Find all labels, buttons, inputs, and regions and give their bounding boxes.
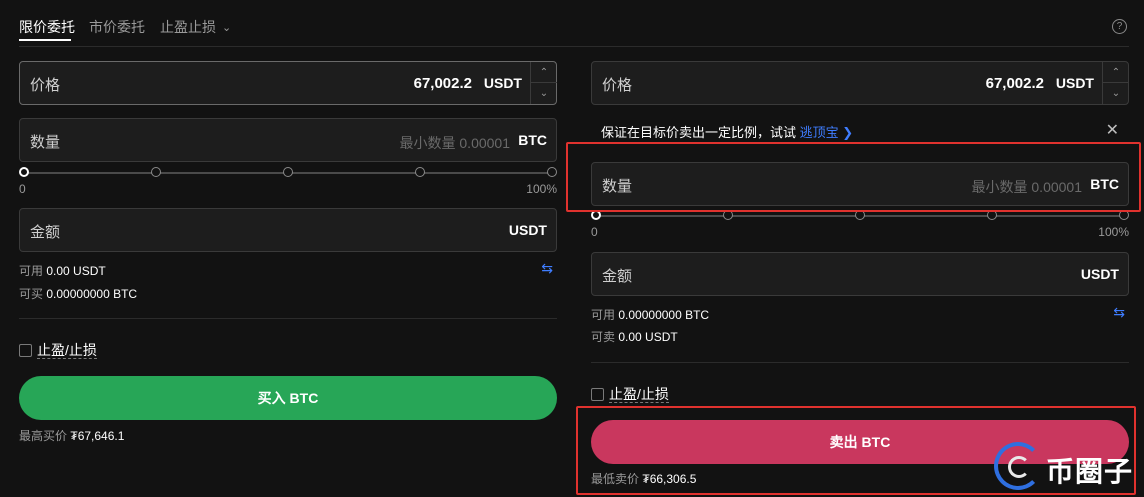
buy-can-buy-label: 可买 <box>19 287 44 301</box>
buy-quantity-field[interactable]: 数量 最小数量 0.00001 BTC <box>19 118 557 162</box>
tab-tpsl-label: 止盈止损 <box>160 19 216 35</box>
buy-available-line: 可用 0.00 USDT <box>19 262 106 279</box>
trade-form-page: 限价委托 市价委托 止盈止损 ⌄ ? 价格 67,002.2 USDT ⌃ ⌄ 数… <box>0 0 1144 497</box>
tab-tpsl-order[interactable]: 止盈止损 ⌄ <box>160 17 231 37</box>
chevron-down-icon: ⌄ <box>222 22 232 34</box>
buy-can-buy-value: 0.00000000 BTC <box>46 287 138 301</box>
sell-amount-unit: USDT <box>1080 266 1119 282</box>
help-icon[interactable]: ? <box>1112 19 1127 34</box>
buy-tpsl-label: 止盈/止损 <box>37 342 97 359</box>
sell-price-label: 价格 <box>602 77 633 94</box>
tpsl-checkbox[interactable] <box>19 344 32 357</box>
sell-price-stepper: ⌃ ⌄ <box>1102 62 1129 104</box>
sell-available-value: 0.00000000 BTC <box>618 308 710 322</box>
slider-max-label: 100% <box>1098 225 1129 239</box>
buy-quantity-unit: BTC <box>518 132 547 148</box>
chevron-up-icon[interactable]: ⌃ <box>1103 62 1129 83</box>
buy-price-label: 价格 <box>30 77 61 94</box>
buy-best-label: 最高买价 <box>19 429 68 443</box>
chevron-down-icon[interactable]: ⌄ <box>531 83 557 104</box>
watermark-ring-inner <box>1008 456 1030 478</box>
sell-available-line: 可用 0.00000000 BTC <box>591 306 709 323</box>
buy-price-stepper: ⌃ ⌄ <box>530 62 557 104</box>
watermark-logo: 币圈子 <box>988 440 1144 497</box>
tpsl-checkbox[interactable] <box>591 388 604 401</box>
slider-max-label: 100% <box>526 182 557 196</box>
slider-step-75[interactable] <box>415 167 425 177</box>
sell-can-sell-value: 0.00 USDT <box>618 330 678 344</box>
buy-price-field[interactable]: 价格 67,002.2 USDT ⌃ ⌄ <box>19 61 557 105</box>
sell-available-label: 可用 <box>591 308 616 322</box>
buy-quantity-slider[interactable]: 0 100% <box>19 167 557 197</box>
slider-step-50[interactable] <box>283 167 293 177</box>
chevron-down-icon[interactable]: ⌄ <box>1103 83 1129 104</box>
chevron-right-icon: ❯ <box>842 125 854 140</box>
slider-step-25[interactable] <box>151 167 161 177</box>
buy-best-value: ₮67,646.1 <box>70 429 125 443</box>
buy-divider <box>19 318 557 319</box>
promo-banner-link[interactable]: 逃顶宝 ❯ <box>800 125 854 140</box>
buy-can-buy-line: 可买 0.00000000 BTC <box>19 285 137 302</box>
slider-min-label: 0 <box>19 182 26 196</box>
swap-icon[interactable]: ⇆ <box>541 260 553 277</box>
sell-can-sell-line: 可卖 0.00 USDT <box>591 328 678 345</box>
sell-price-value: 67,002.2 <box>985 75 1044 92</box>
sell-divider <box>591 362 1129 363</box>
promo-link-label: 逃顶宝 <box>799 125 839 140</box>
buy-quantity-placeholder: 最小数量 0.00001 <box>399 135 511 151</box>
buy-quantity-label: 数量 <box>30 134 61 151</box>
chevron-up-icon[interactable]: ⌃ <box>531 62 557 83</box>
swap-icon[interactable]: ⇆ <box>1113 304 1125 321</box>
buy-available-value: 0.00 USDT <box>46 264 106 278</box>
sell-amount-label: 金额 <box>602 268 633 285</box>
sell-price-field[interactable]: 价格 67,002.2 USDT ⌃ ⌄ <box>591 61 1129 105</box>
tab-limit-order[interactable]: 限价委托 <box>19 17 75 37</box>
annotation-box-quantity <box>566 142 1141 212</box>
buy-price-unit: USDT <box>483 75 522 91</box>
tabs-divider <box>19 46 1129 47</box>
sell-amount-field[interactable]: 金额 USDT <box>591 252 1129 296</box>
sell-quantity-slider[interactable]: 0 100% <box>591 210 1129 240</box>
sell-tpsl-label: 止盈/止损 <box>609 386 669 403</box>
slider-handle[interactable] <box>19 167 29 177</box>
sell-can-sell-label: 可卖 <box>591 330 616 344</box>
promo-banner: 保证在目标价卖出一定比例，试试 逃顶宝 ❯ ✕ <box>591 112 1129 142</box>
buy-amount-label: 金额 <box>30 224 61 241</box>
buy-tpsl-toggle[interactable]: 止盈/止损 <box>19 340 97 360</box>
buy-amount-unit: USDT <box>508 222 547 238</box>
buy-btc-button[interactable]: 买入 BTC <box>19 376 557 420</box>
close-icon[interactable]: ✕ <box>1106 120 1119 140</box>
promo-banner-text: 保证在目标价卖出一定比例，试试 逃顶宝 ❯ <box>601 122 853 141</box>
buy-amount-field[interactable]: 金额 USDT <box>19 208 557 252</box>
buy-available-label: 可用 <box>19 264 44 278</box>
slider-min-label: 0 <box>591 225 598 239</box>
buy-price-value: 67,002.2 <box>413 75 472 92</box>
sell-tpsl-toggle[interactable]: 止盈/止损 <box>591 384 669 404</box>
sell-price-unit: USDT <box>1055 75 1094 91</box>
buy-best-price: 最高买价 ₮67,646.1 <box>19 427 124 444</box>
order-type-tabs: 限价委托 市价委托 止盈止损 ⌄ ? <box>0 0 1144 47</box>
slider-step-100[interactable] <box>547 167 557 177</box>
watermark-text: 币圈子 <box>1046 456 1134 487</box>
promo-banner-message: 保证在目标价卖出一定比例，试试 <box>601 125 797 140</box>
tab-market-order[interactable]: 市价委托 <box>89 17 145 37</box>
active-tab-indicator <box>19 39 71 41</box>
